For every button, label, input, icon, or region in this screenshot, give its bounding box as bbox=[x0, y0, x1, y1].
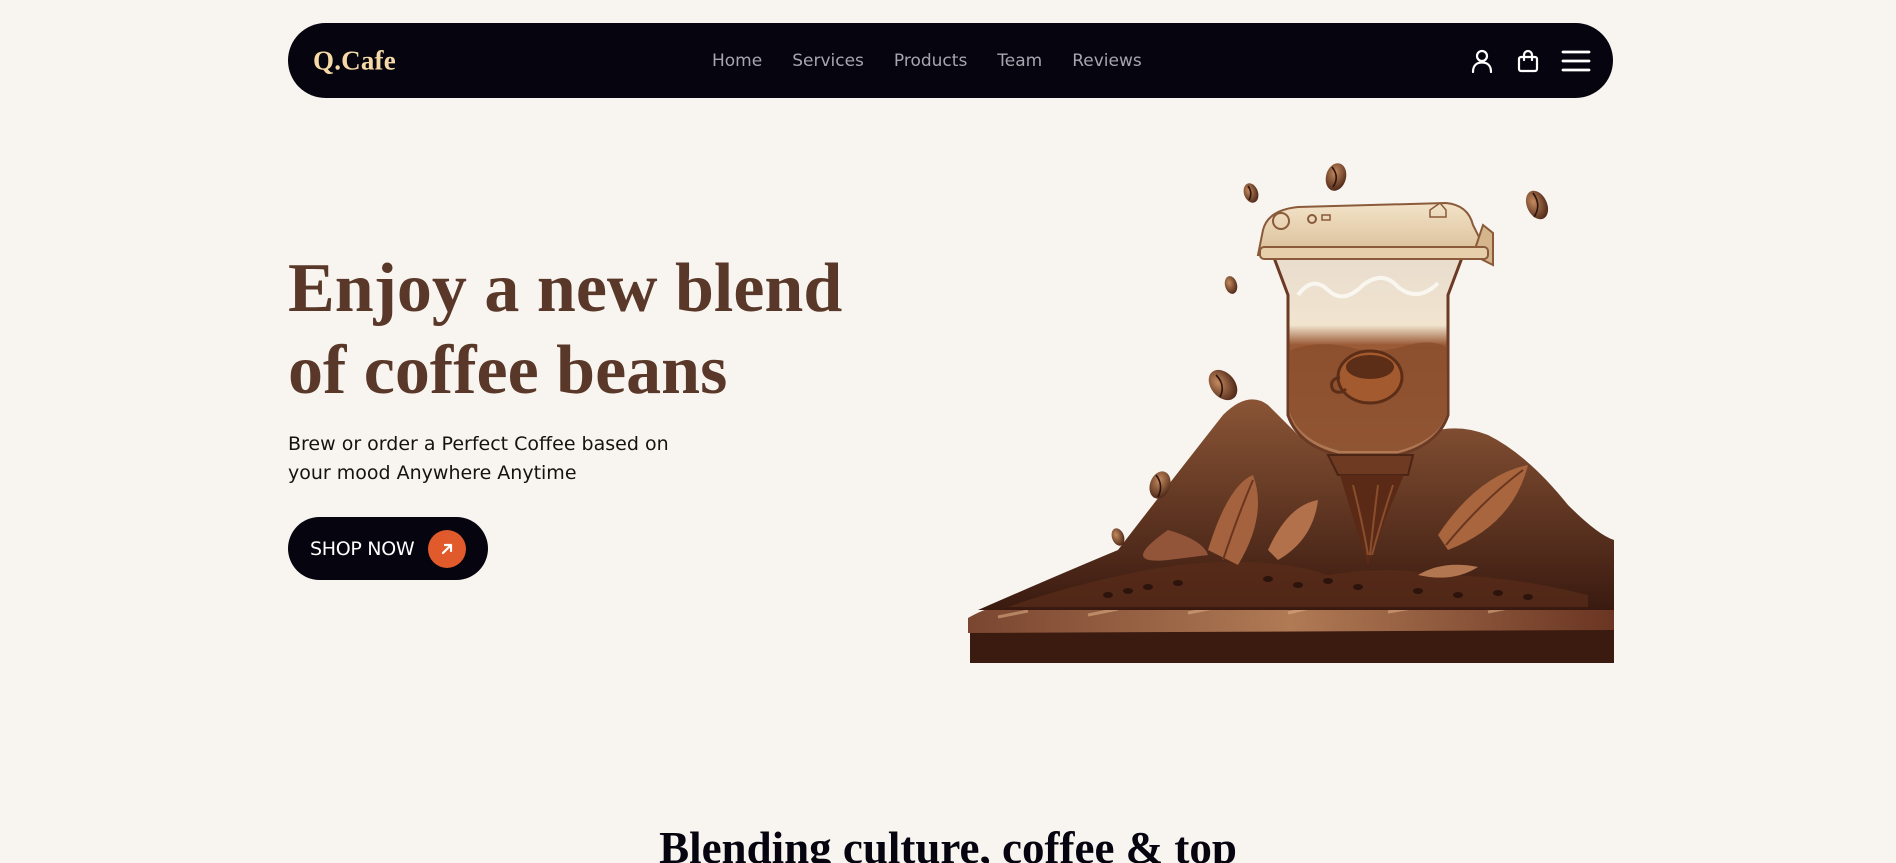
hero-title-line-2: of coffee beans bbox=[288, 332, 728, 409]
shopping-bag-icon[interactable] bbox=[1517, 49, 1539, 73]
arrow-up-right-icon bbox=[428, 529, 466, 568]
page: Q.Cafe Home Services Products Team Revie… bbox=[0, 0, 1896, 863]
nav-link-products[interactable]: Products bbox=[894, 51, 967, 71]
brand-logo[interactable]: Q.Cafe bbox=[313, 45, 396, 76]
nav-links: Home Services Products Team Reviews bbox=[712, 51, 1172, 71]
shop-now-label: SHOP NOW bbox=[310, 537, 415, 560]
nav-link-reviews[interactable]: Reviews bbox=[1072, 51, 1142, 71]
shop-now-button[interactable]: SHOP NOW bbox=[288, 517, 488, 580]
nav-link-home[interactable]: Home bbox=[712, 51, 762, 71]
coffee-grinder-illustration bbox=[968, 155, 1614, 665]
menu-icon[interactable] bbox=[1561, 49, 1591, 73]
nav-icons bbox=[1471, 49, 1591, 73]
nav-link-services[interactable]: Services bbox=[792, 51, 864, 71]
hero-title-line-1: Enjoy a new blend bbox=[288, 250, 843, 327]
nav-link-team[interactable]: Team bbox=[997, 51, 1042, 71]
navbar: Q.Cafe Home Services Products Team Revie… bbox=[288, 23, 1613, 98]
user-icon[interactable] bbox=[1471, 49, 1493, 73]
section-heading: Blending culture, coffee & top bbox=[659, 823, 1237, 863]
hero-subtitle: Brew or order a Perfect Coffee based on … bbox=[288, 433, 669, 484]
hero-title: Enjoy a new blend of coffee beans bbox=[288, 248, 842, 412]
